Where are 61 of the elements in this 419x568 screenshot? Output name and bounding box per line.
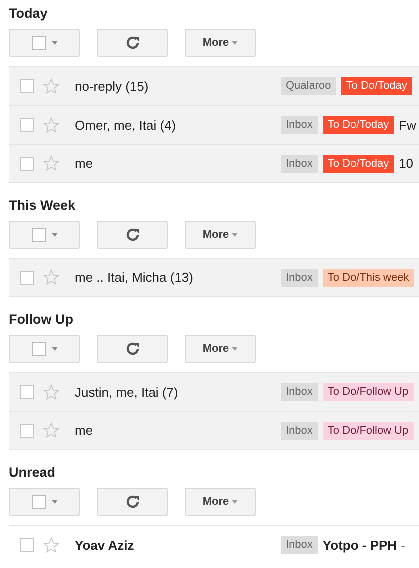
section-title: This Week: [9, 197, 77, 215]
refresh-button[interactable]: [97, 221, 168, 249]
star-icon[interactable]: [43, 78, 60, 94]
star-icon[interactable]: [43, 384, 60, 400]
select-dropdown-button[interactable]: [9, 335, 80, 363]
label-tag[interactable]: Inbox: [281, 116, 318, 134]
sender-name: Justin, me, Itai (7): [75, 384, 180, 400]
label-tag[interactable]: Inbox: [281, 154, 318, 172]
section-title: Follow Up: [9, 311, 74, 329]
refresh-button[interactable]: [97, 335, 168, 363]
section-title: Unread: [9, 464, 57, 482]
checkbox[interactable]: [20, 270, 34, 284]
sender-name: no-reply (15): [75, 78, 150, 94]
label-tag[interactable]: Inbox: [281, 268, 318, 286]
star-icon[interactable]: [43, 422, 60, 439]
refresh-icon: [124, 341, 140, 357]
refresh-icon: [124, 494, 140, 510]
email-row[interactable]: me Inbox To Do/Today 10: [9, 144, 419, 183]
sender-name: Yoav Aziz: [75, 538, 136, 552]
label-tag[interactable]: To Do/Follow Up: [322, 422, 414, 440]
checkbox[interactable]: [20, 424, 34, 438]
label-tag[interactable]: Inbox: [281, 536, 318, 554]
more-button[interactable]: More: [185, 221, 256, 249]
checkbox[interactable]: [20, 156, 34, 170]
refresh-button[interactable]: [97, 488, 168, 516]
email-subject: Yotpo - PPH: [322, 538, 398, 552]
refresh-button[interactable]: [97, 29, 168, 57]
checkbox[interactable]: [20, 79, 34, 93]
email-row[interactable]: no-reply (15) Qualaroo To Do/Today: [9, 66, 419, 105]
more-button[interactable]: More: [185, 29, 256, 57]
checkbox[interactable]: [20, 385, 34, 399]
select-dropdown-button[interactable]: [9, 29, 80, 57]
email-subject: 10: [399, 156, 414, 171]
email-row[interactable]: Omer, me, Itai (4) Inbox To Do/Today Fw: [9, 105, 419, 144]
email-subject: Fw: [399, 118, 416, 132]
star-icon[interactable]: [43, 536, 60, 554]
email-row[interactable]: me .. Itai, Micha (13) Inbox To Do/This week: [9, 258, 419, 297]
more-button[interactable]: More: [185, 335, 256, 363]
star-icon[interactable]: [43, 269, 60, 286]
more-button[interactable]: More: [185, 488, 256, 516]
label-tag[interactable]: To Do/This week: [322, 268, 414, 286]
email-row[interactable]: me Inbox To Do/Follow Up: [9, 411, 419, 450]
select-dropdown-button[interactable]: [9, 221, 80, 249]
section-title: Today: [9, 5, 49, 23]
sender-name: Omer, me, Itai (4): [75, 118, 178, 132]
sender-name: me .. Itai, Micha (13): [75, 270, 194, 285]
checkbox[interactable]: [20, 118, 34, 132]
sender-name: me: [75, 156, 94, 171]
label-tag[interactable]: Qualaroo: [281, 77, 336, 95]
star-icon[interactable]: [43, 155, 60, 172]
refresh-icon: [124, 35, 140, 51]
label-tag[interactable]: Inbox: [281, 383, 318, 401]
email-snippet: -: [401, 538, 406, 552]
select-dropdown-button[interactable]: [9, 488, 80, 516]
star-icon[interactable]: [43, 116, 60, 134]
checkbox[interactable]: [20, 538, 34, 552]
label-tag[interactable]: Inbox: [281, 422, 318, 440]
sender-name: me: [75, 423, 94, 438]
label-tag[interactable]: To Do/Follow Up: [322, 383, 414, 401]
email-row[interactable]: Justin, me, Itai (7) Inbox To Do/Follow Up: [9, 372, 419, 411]
refresh-icon: [124, 227, 140, 243]
